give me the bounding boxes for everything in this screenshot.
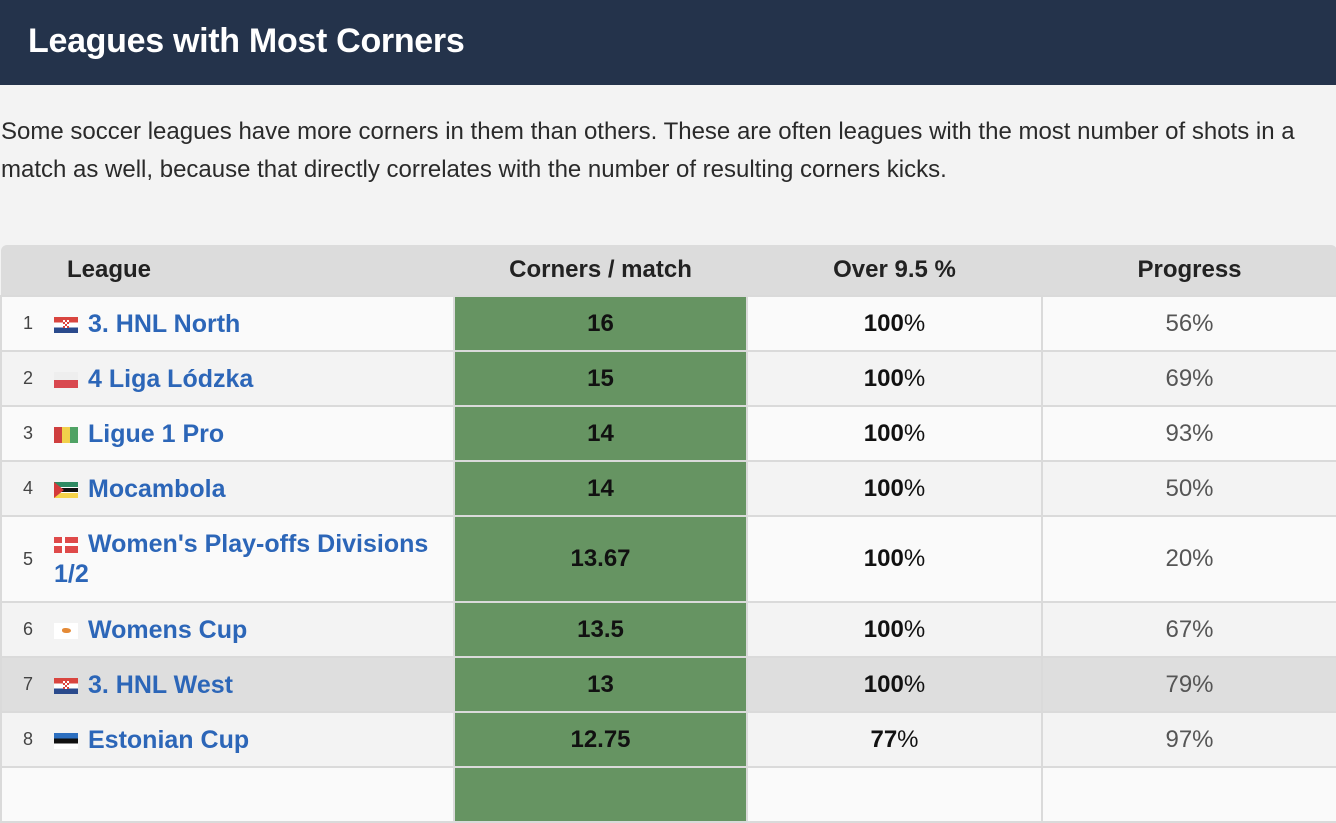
- over-cell: 100%: [746, 295, 1043, 352]
- progress-cell: 93%: [1041, 405, 1336, 462]
- league-link[interactable]: Womens Cup: [88, 616, 247, 644]
- corners-cell: 13: [453, 656, 748, 713]
- league-cell: 8 Estonian Cup: [0, 711, 455, 768]
- rank: 7: [22, 673, 33, 694]
- table-row: 5 Women's Play-offs Divisions 1/2 13.67 …: [0, 515, 1336, 603]
- progress-cell: [1041, 766, 1336, 823]
- corners-cell: 16: [453, 295, 748, 352]
- league-cell: 1 3. HNL North: [0, 295, 455, 352]
- progress-cell: 56%: [1041, 295, 1336, 352]
- league-link[interactable]: 3. HNL West: [88, 671, 233, 699]
- corners-table-container: League Corners / match Over 9.5 % Progre…: [0, 245, 1336, 823]
- corners-cell: [453, 766, 748, 823]
- estonia-flag-icon: [54, 732, 78, 749]
- progress-cell: 79%: [1041, 656, 1336, 713]
- poland-flag-icon: [54, 371, 78, 388]
- corners-cell: 14: [453, 460, 748, 517]
- league-cell: 2 4 Liga Lódzka: [0, 350, 455, 407]
- rank: 6: [22, 618, 33, 639]
- section-header: Leagues with Most Corners: [0, 0, 1336, 85]
- table-row: 2 4 Liga Lódzka 15 100% 69%: [0, 350, 1336, 407]
- progress-cell: 50%: [1041, 460, 1336, 517]
- league-link[interactable]: 3. HNL North: [88, 310, 240, 338]
- table-row: 1 3. HNL North 16 100% 56%: [0, 295, 1336, 352]
- league-cell: 3 Ligue 1 Pro: [0, 405, 455, 462]
- mozambique-flag-icon: [54, 481, 78, 498]
- league-link[interactable]: Mocambola: [88, 475, 226, 503]
- over-cell: 100%: [746, 405, 1043, 462]
- corners-cell: 14: [453, 405, 748, 462]
- league-link[interactable]: Estonian Cup: [88, 726, 249, 754]
- cyprus-flag-icon: [54, 622, 78, 639]
- league-cell: 6 Womens Cup: [0, 601, 455, 658]
- corners-cell: 13.5: [453, 601, 748, 658]
- progress-cell: 97%: [1041, 711, 1336, 768]
- over-cell: 100%: [746, 515, 1043, 603]
- guinea-flag-icon: [54, 426, 78, 443]
- league-cell: 5 Women's Play-offs Divisions 1/2: [0, 515, 455, 603]
- intro-paragraph: Some soccer leagues have more corners in…: [1, 118, 1295, 183]
- corners-cell: 15: [453, 350, 748, 407]
- league-cell: [0, 766, 455, 823]
- league-link[interactable]: 4 Liga Lódzka: [88, 365, 253, 393]
- rank: 4: [22, 477, 33, 498]
- section-title: Leagues with Most Corners: [28, 22, 465, 60]
- league-link[interactable]: Women's Play-offs Divisions 1/2: [54, 530, 428, 588]
- column-header-over[interactable]: Over 9.5 %: [747, 245, 1042, 296]
- column-header-progress[interactable]: Progress: [1042, 245, 1336, 296]
- league-link[interactable]: Ligue 1 Pro: [88, 420, 224, 448]
- over-cell: 100%: [746, 460, 1043, 517]
- progress-cell: 67%: [1041, 601, 1336, 658]
- corners-cell: 13.67: [453, 515, 748, 603]
- table-row: 8 Estonian Cup 12.75 77% 97%: [0, 711, 1336, 768]
- over-cell: 100%: [746, 601, 1043, 658]
- progress-cell: 20%: [1041, 515, 1336, 603]
- corners-table: League Corners / match Over 9.5 % Progre…: [0, 245, 1336, 823]
- rank: 8: [22, 728, 33, 749]
- progress-cell: 69%: [1041, 350, 1336, 407]
- over-cell: 77%: [746, 711, 1043, 768]
- over-cell: [746, 766, 1043, 823]
- over-cell: 100%: [746, 656, 1043, 713]
- rank: 2: [22, 367, 33, 388]
- table-row-partial: [0, 766, 1336, 823]
- denmark-flag-icon: [54, 537, 78, 553]
- rank: 1: [22, 312, 33, 333]
- table-row: 3 Ligue 1 Pro 14 100% 93%: [0, 405, 1336, 462]
- table-row: 4 Mocambola 14 100% 50%: [0, 460, 1336, 517]
- league-cell: 4 Mocambola: [0, 460, 455, 517]
- over-cell: 100%: [746, 350, 1043, 407]
- rank: 3: [22, 422, 33, 443]
- column-header-league[interactable]: League: [1, 245, 454, 296]
- table-row: 6 Womens Cup 13.5 100% 67%: [0, 601, 1336, 658]
- league-cell: 7 3. HNL West: [0, 656, 455, 713]
- croatia-flag-icon: [54, 677, 78, 694]
- rank: 5: [22, 548, 33, 569]
- table-header-row: League Corners / match Over 9.5 % Progre…: [1, 245, 1336, 296]
- table-row: 7 3. HNL West 13 100% 79%: [0, 656, 1336, 713]
- corners-cell: 12.75: [453, 711, 748, 768]
- croatia-flag-icon: [54, 316, 78, 333]
- column-header-corners[interactable]: Corners / match: [454, 245, 747, 296]
